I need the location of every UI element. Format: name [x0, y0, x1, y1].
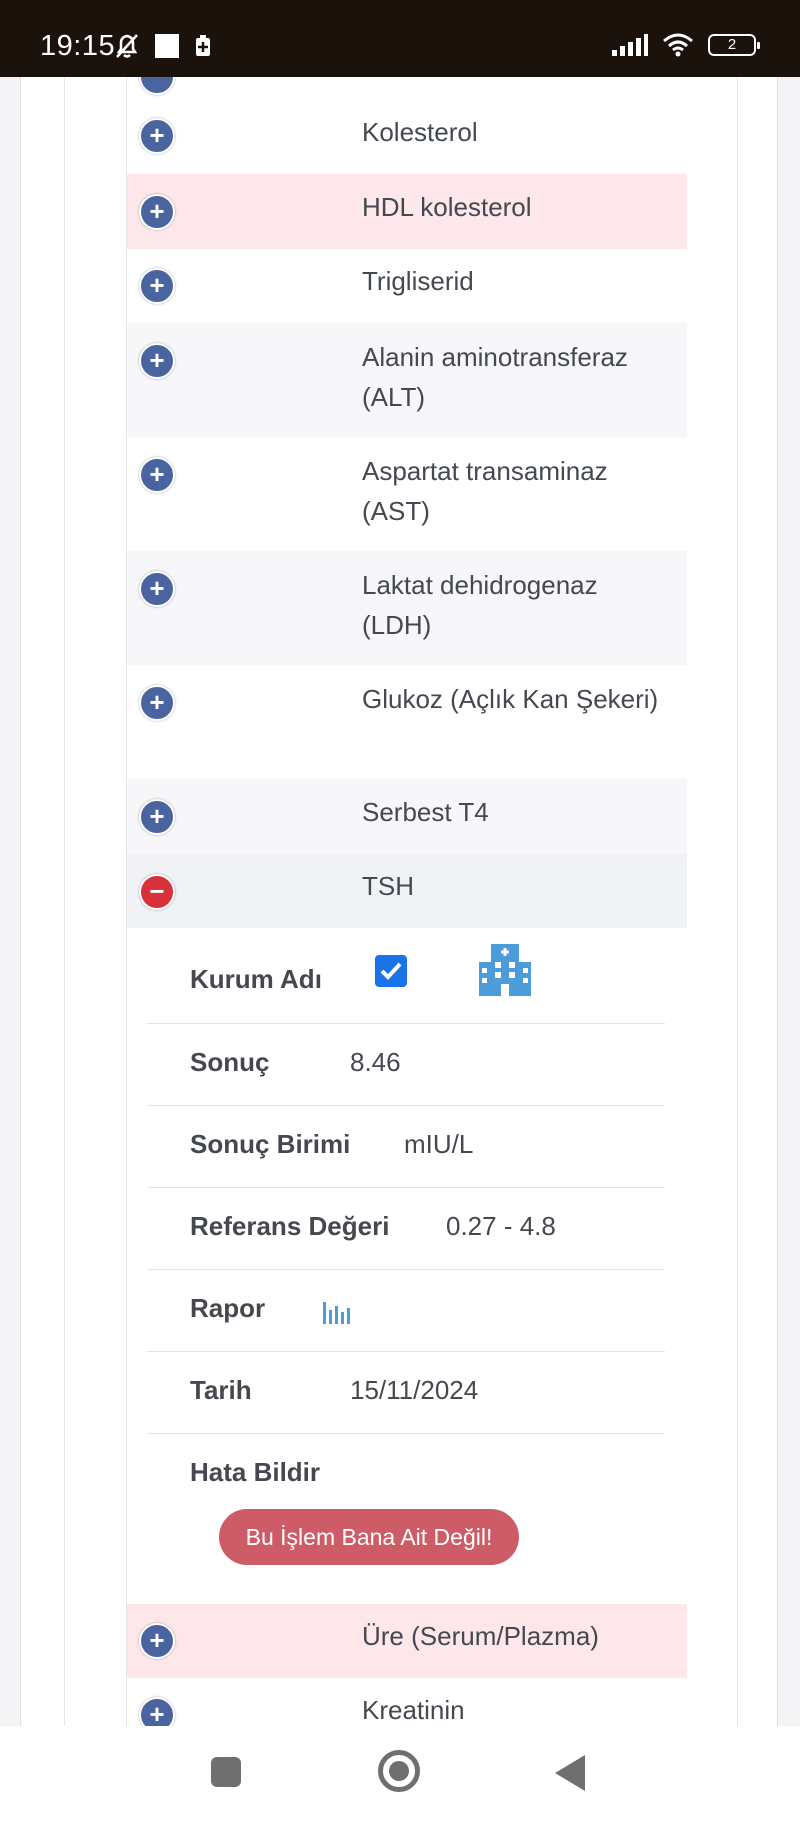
- detail-row-kurum: Kurum Adı: [147, 928, 665, 1024]
- test-name: Aspartat transaminaz (AST): [362, 456, 608, 526]
- expand-button[interactable]: +: [139, 118, 175, 154]
- hospital-icon[interactable]: [477, 940, 533, 998]
- kurum-label: Kurum Adı: [190, 964, 322, 994]
- table-row[interactable]: + HDL kolesterol: [127, 174, 687, 249]
- detail-row-sonuc: Sonuç 8.46: [147, 1024, 665, 1106]
- test-name: Glukoz (Açlık Kan Şekeri): [362, 684, 659, 714]
- table-row[interactable]: + Kreatinin: [127, 1678, 687, 1726]
- birim-label: Sonuç Birimi: [190, 1129, 351, 1159]
- table-row[interactable]: + Trigliserid: [127, 249, 687, 323]
- expand-button[interactable]: +: [139, 268, 175, 304]
- tarih-label: Tarih: [190, 1375, 252, 1405]
- detail-row-birim: Sonuç Birimi mIU/L: [147, 1106, 665, 1188]
- test-name: Alanin aminotransferaz (ALT): [362, 342, 628, 412]
- expand-button[interactable]: +: [139, 1623, 175, 1659]
- detail-row-tarih: Tarih 15/11/2024: [147, 1352, 665, 1434]
- birim-value: mIU/L: [404, 1129, 474, 1159]
- test-name: TSH: [362, 871, 414, 901]
- collapse-button[interactable]: −: [139, 874, 175, 910]
- referans-label: Referans Değeri: [190, 1211, 390, 1241]
- expand-button[interactable]: +: [139, 799, 175, 835]
- system-nav-bar: [0, 1726, 800, 1822]
- test-name: HDL kolesterol: [362, 192, 532, 222]
- page-viewport[interactable]: + Kolesterol + HDL kolesterol + Triglise…: [0, 77, 800, 1726]
- test-name: Üre (Serum/Plazma): [362, 1621, 599, 1651]
- expand-button[interactable]: +: [139, 571, 175, 607]
- report-error-button[interactable]: Bu İşlem Bana Ait Değil!: [219, 1509, 519, 1565]
- expand-button[interactable]: +: [139, 194, 175, 230]
- test-results-table: + Kolesterol + HDL kolesterol + Triglise…: [126, 77, 687, 1726]
- sonuc-label: Sonuç: [190, 1047, 270, 1077]
- notification-square-icon: [155, 34, 179, 58]
- detail-row-referans: Referans Değeri 0.27 - 4.8: [147, 1188, 665, 1270]
- referans-value: 0.27 - 4.8: [446, 1211, 556, 1241]
- table-row[interactable]: + Üre (Serum/Plazma): [127, 1604, 687, 1678]
- hata-label: Hata Bildir: [190, 1457, 321, 1487]
- rapor-label: Rapor: [190, 1293, 266, 1323]
- table-row-expanded[interactable]: − TSH: [127, 854, 687, 928]
- table-row[interactable]: + Laktat dehidrogenaz (LDH): [127, 551, 687, 665]
- status-right-icons: 2: [612, 33, 760, 57]
- expand-button[interactable]: +: [139, 685, 175, 721]
- tarih-value: 15/11/2024: [350, 1375, 479, 1405]
- table-row-partial: [127, 77, 687, 99]
- battery-saver-icon: [196, 35, 210, 56]
- table-row[interactable]: + Glukoz (Açlık Kan Şekeri): [127, 665, 687, 779]
- test-name: Kolesterol: [362, 117, 478, 147]
- table-row[interactable]: + Serbest T4: [127, 779, 687, 854]
- status-bar: 19:15 2: [0, 0, 800, 77]
- expand-button[interactable]: [139, 77, 175, 95]
- table-row[interactable]: + Kolesterol: [127, 99, 687, 174]
- signal-icon: [612, 34, 648, 56]
- table-row[interactable]: + Alanin aminotransferaz (ALT): [127, 323, 687, 437]
- detail-row-rapor: Rapor: [147, 1270, 665, 1352]
- test-name: Kreatinin: [362, 1695, 465, 1725]
- back-button-icon[interactable]: [555, 1755, 585, 1791]
- detail-row-hata: Hata Bildir Bu İşlem Bana Ait Değil!: [147, 1434, 665, 1604]
- recents-button-icon[interactable]: [211, 1757, 241, 1787]
- home-button-icon[interactable]: [378, 1750, 420, 1792]
- test-name: Serbest T4: [362, 797, 489, 827]
- battery-indicator: 2: [708, 34, 760, 56]
- expand-button[interactable]: +: [139, 457, 175, 493]
- bell-off-icon: [116, 34, 138, 58]
- result-detail: Kurum Adı Sonuç 8.46 Sonuç Birimi mIU/L …: [127, 928, 687, 1604]
- expand-button[interactable]: +: [139, 1697, 175, 1726]
- kurum-checkbox[interactable]: [375, 955, 407, 987]
- expand-button[interactable]: +: [139, 343, 175, 379]
- test-name: Trigliserid: [362, 266, 474, 296]
- wifi-icon: [663, 33, 693, 57]
- table-row[interactable]: + Aspartat transaminaz (AST): [127, 437, 687, 551]
- sonuc-value: 8.46: [350, 1047, 401, 1077]
- check-icon: [380, 962, 402, 980]
- bar-chart-icon[interactable]: [321, 1298, 351, 1324]
- test-name: Laktat dehidrogenaz (LDH): [362, 570, 598, 640]
- status-left-icons: [114, 32, 212, 60]
- status-time: 19:15: [40, 30, 116, 62]
